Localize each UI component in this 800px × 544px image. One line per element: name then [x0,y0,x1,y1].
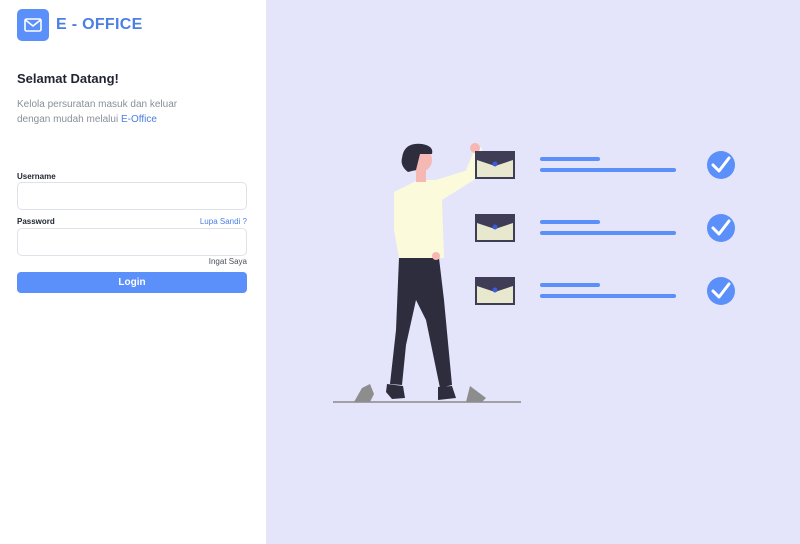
line-short [540,157,600,161]
person-shoe-left [386,384,405,399]
person-hand-low [432,252,440,260]
username-label: Username [17,172,56,181]
check-circle-icon [707,214,735,242]
line-short [540,220,600,224]
check-circle-icon [707,277,735,305]
task-row-2 [475,214,735,242]
check-circle-icon [707,151,735,179]
welcome-heading: Selamat Datang! [17,71,119,86]
brand-name: E - OFFICE [56,16,143,33]
person-shoe-right [438,386,456,400]
password-input[interactable] [17,228,247,256]
username-input[interactable] [17,182,247,210]
description-line-1: Kelola persuratan masuk dan keluar [17,99,178,110]
person-pants [390,258,452,388]
line-long [540,168,676,172]
illustration-panel [266,0,800,544]
line-long [540,294,676,298]
plant-left [354,384,374,402]
description-accent: E-Office [120,114,157,125]
envelope-icon [17,9,49,41]
task-row-3 [475,277,735,305]
line-short [540,283,600,287]
remember-me-label[interactable]: Ingat Saya [209,257,247,266]
description-line-2: dengan mudah melalui [17,114,121,125]
illustration [333,143,735,403]
task-row-1 [475,151,735,179]
plant-right [466,386,486,402]
brand: E - OFFICE [17,9,143,41]
login-button[interactable]: Login [17,272,247,293]
forgot-password-link[interactable]: Lupa Sandi ? [200,217,247,226]
login-panel: E - OFFICE Selamat Datang! Kelola persur… [0,0,266,544]
welcome-description: Kelola persuratan masuk dan keluar denga… [17,97,237,127]
line-long [540,231,676,235]
person-shirt [394,168,477,258]
password-label: Password [17,217,55,226]
